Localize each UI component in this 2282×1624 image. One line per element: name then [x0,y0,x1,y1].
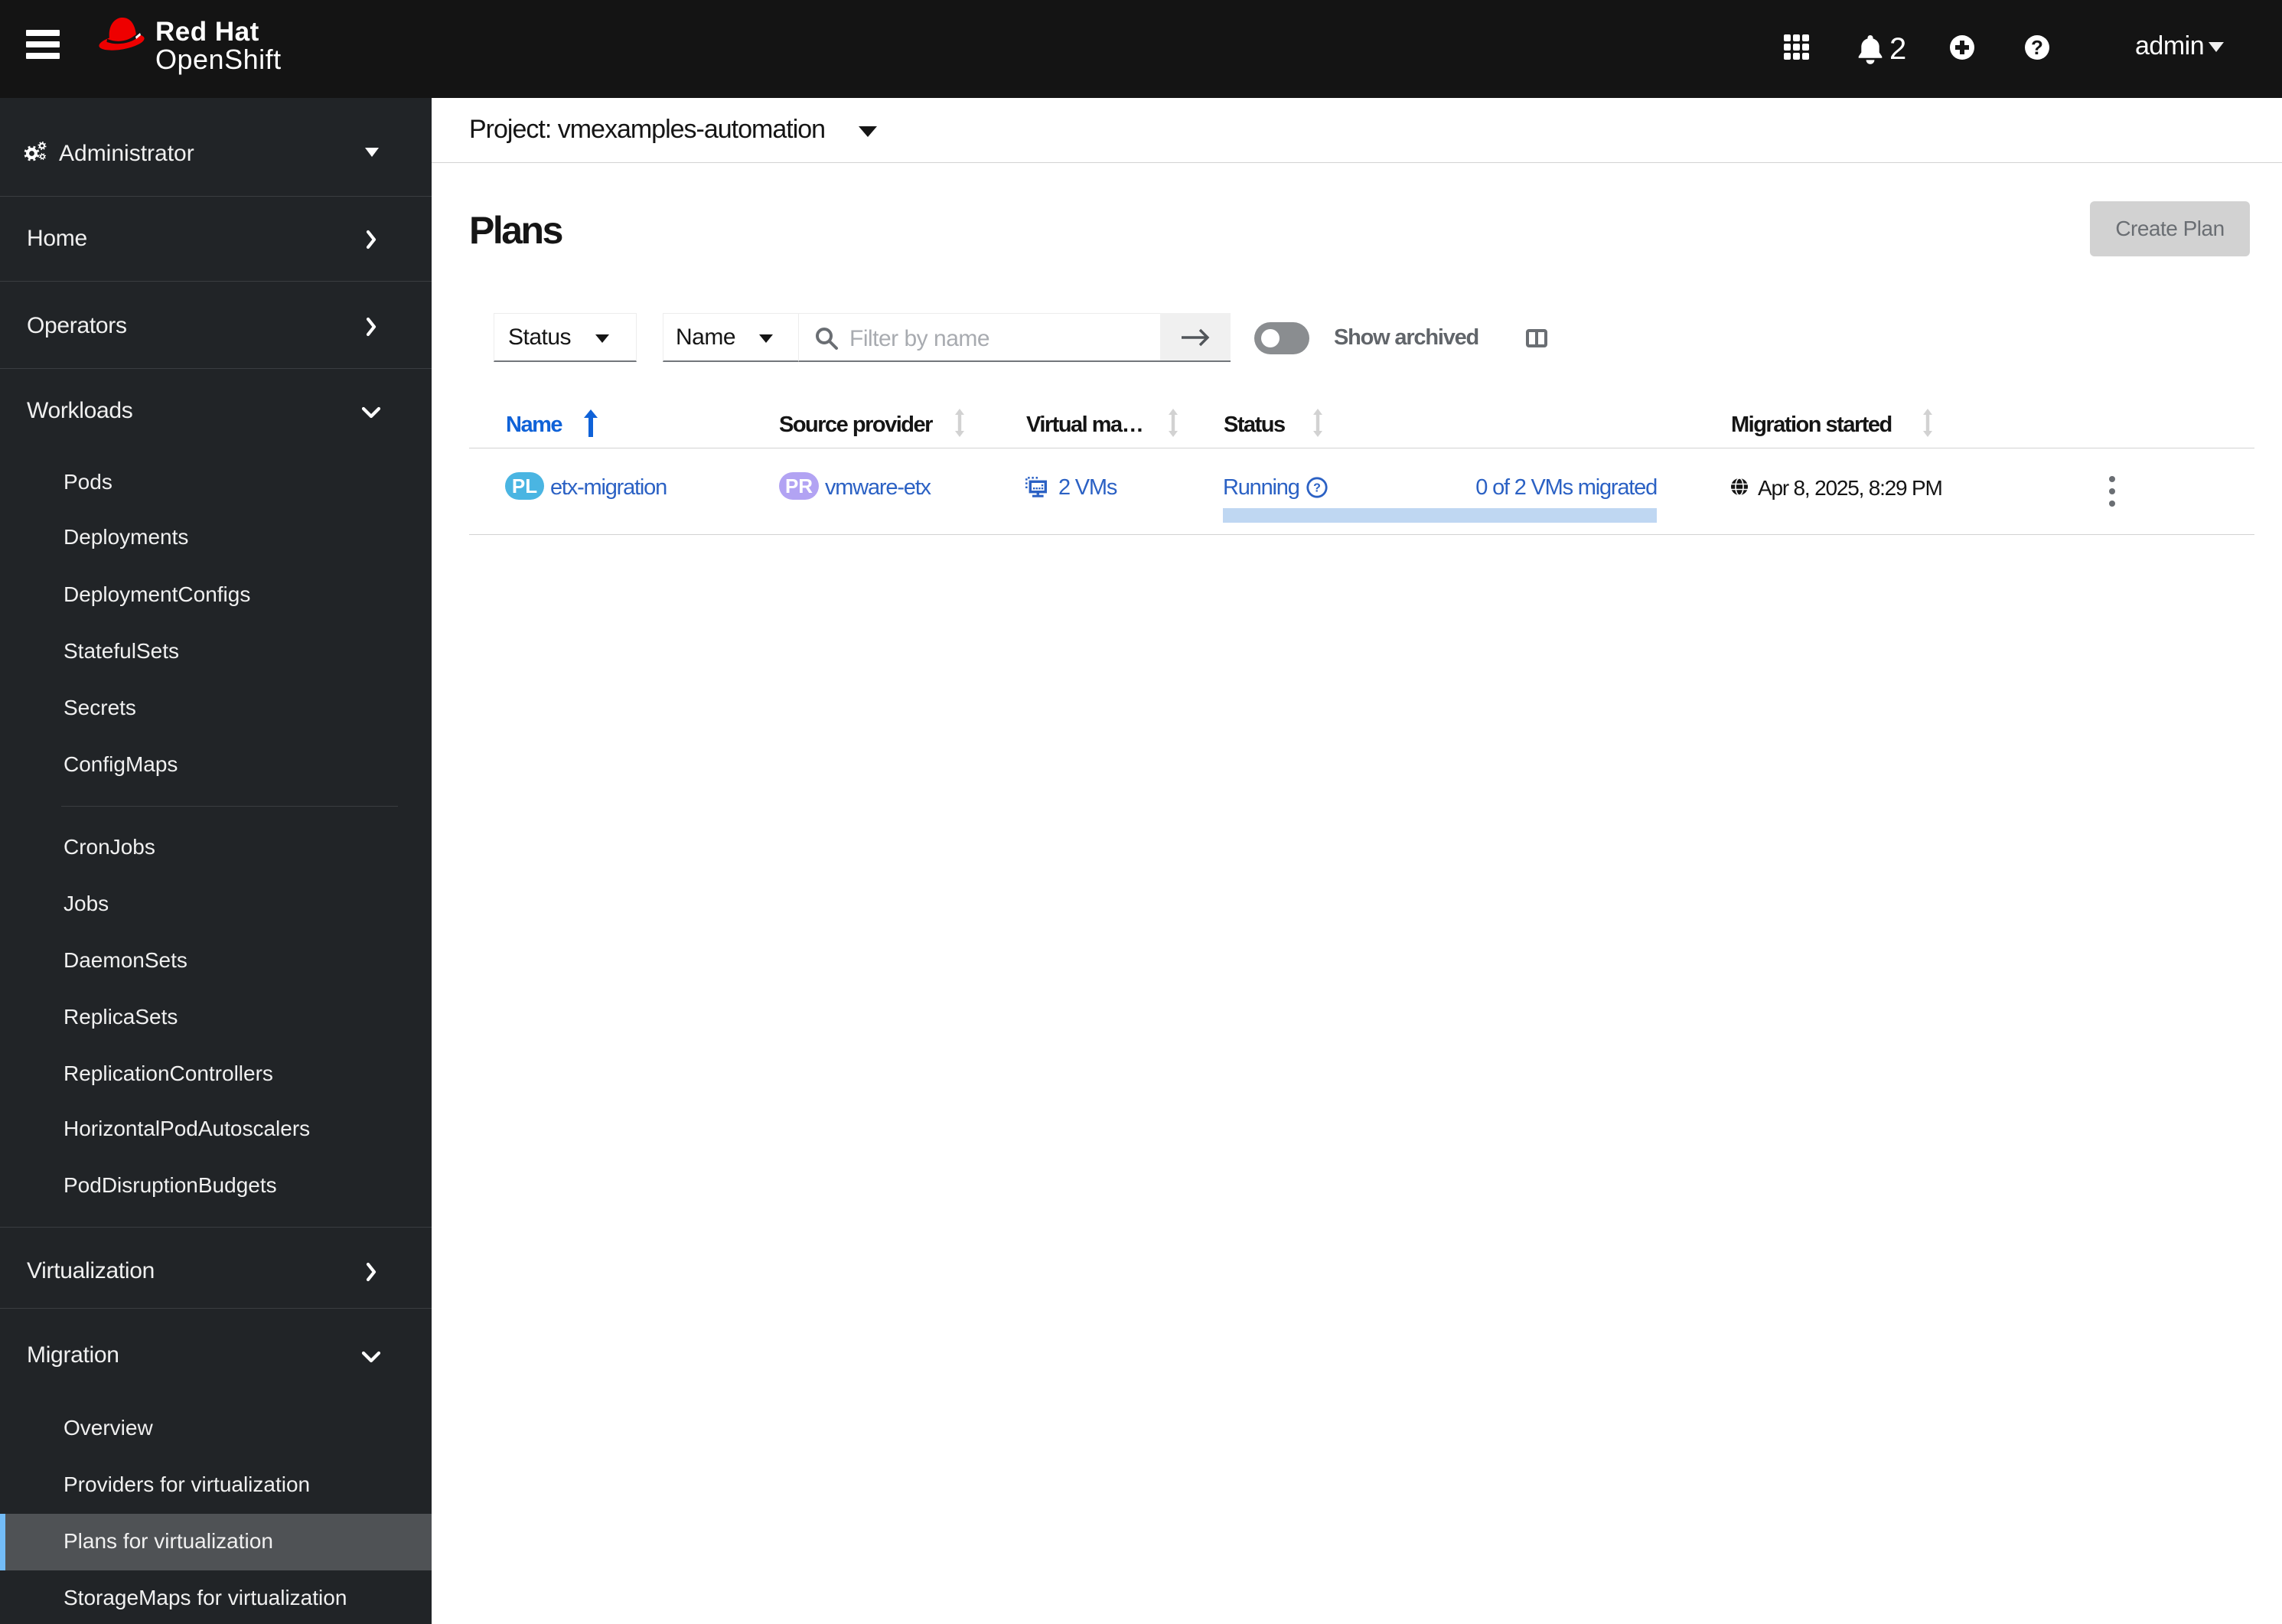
svg-text:?: ? [1313,482,1321,495]
